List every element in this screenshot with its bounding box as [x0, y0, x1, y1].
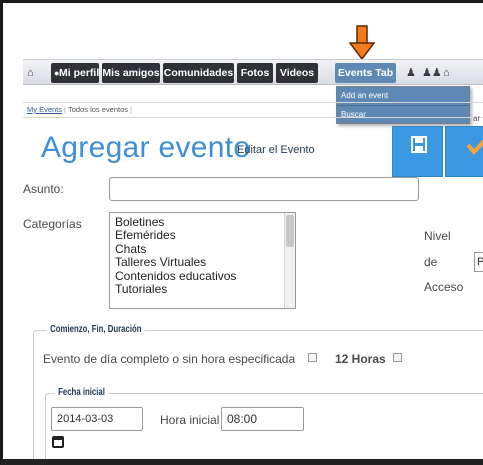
tab-label: Mi perfil [59, 67, 100, 79]
highlight-arrow-icon [349, 25, 375, 61]
page-title: Agregar evento [41, 131, 251, 164]
list-item[interactable]: Boletines [110, 215, 295, 229]
start-time-label: Hora inicial [160, 413, 220, 427]
list-item[interactable]: Tutoriales [110, 282, 295, 296]
top-margin [3, 3, 483, 58]
scrollbar-thumb[interactable] [286, 215, 294, 247]
asunto-input[interactable] [109, 177, 419, 201]
access-level-select[interactable]: P [474, 252, 483, 272]
tab-videos[interactable]: Videos [276, 63, 318, 83]
start-legend: Fecha inicial [55, 387, 109, 398]
browser-frame: ⌂ ● Mi perfil Mis amigos Comunidades Fot… [0, 0, 483, 465]
tab-events[interactable]: Events Tab [335, 63, 396, 83]
person-icon: ● [54, 68, 60, 78]
access-level-label-line3: Acceso [424, 280, 464, 294]
all-day-label: Evento de día completo o sin hora especi… [43, 352, 296, 366]
list-item[interactable]: Contenidos educativos [110, 269, 295, 283]
bell-icon[interactable]: ♟ [406, 63, 416, 83]
twelve-hours-label: 12 Horas [335, 352, 386, 366]
friends-icon[interactable]: ♟♟ [422, 63, 442, 83]
all-events-link[interactable]: Todos los eventos [68, 105, 128, 114]
twelve-hours-checkbox[interactable] [393, 353, 402, 362]
home-icon[interactable]: ⌂ [27, 63, 34, 83]
categorias-listbox[interactable]: Boletines Efemérides Chats Talleres Virt… [109, 212, 296, 309]
tab-comunidades[interactable]: Comunidades [163, 63, 234, 83]
floppy-disk-icon [411, 136, 427, 153]
main-navigation: ⌂ ● Mi perfil Mis amigos Comunidades Fot… [23, 59, 483, 85]
list-item[interactable]: Chats [110, 242, 295, 256]
list-item[interactable]: Efemérides [110, 228, 295, 242]
subnav-right-text: ar [473, 114, 481, 123]
duration-legend: Comienzo, Fin, Duración [47, 324, 145, 335]
list-item[interactable]: Talleres Virtuales [110, 255, 295, 269]
confirm-button[interactable] [445, 126, 483, 177]
separator: | [130, 105, 132, 114]
edit-event-link[interactable]: Editar el Evento [237, 144, 315, 156]
start-time-input[interactable]: 08:00 [221, 407, 304, 431]
my-events-link[interactable]: My Events [27, 105, 62, 114]
access-level-label-line2: de [424, 255, 438, 269]
all-day-checkbox[interactable] [308, 353, 317, 362]
tab-mi-perfil[interactable]: ● Mi perfil [51, 63, 99, 83]
events-subnav: My Events | Todos los eventos | [23, 102, 483, 118]
checkmark-icon [466, 139, 483, 156]
separator: | [64, 105, 66, 114]
calendar-icon[interactable] [52, 436, 64, 448]
categorias-label: Categorías [23, 217, 82, 231]
tab-mis-amigos[interactable]: Mis amigos [102, 63, 160, 83]
home-outline-icon[interactable]: ⌂ [443, 63, 450, 83]
access-level-label-line1: Nivel [424, 229, 451, 243]
asunto-label: Asunto: [23, 182, 64, 196]
save-button[interactable] [392, 126, 443, 177]
listbox-scrollbar[interactable] [284, 213, 295, 308]
start-date-input[interactable]: 2014-03-03 [51, 407, 143, 431]
tab-fotos[interactable]: Fotos [237, 63, 273, 83]
